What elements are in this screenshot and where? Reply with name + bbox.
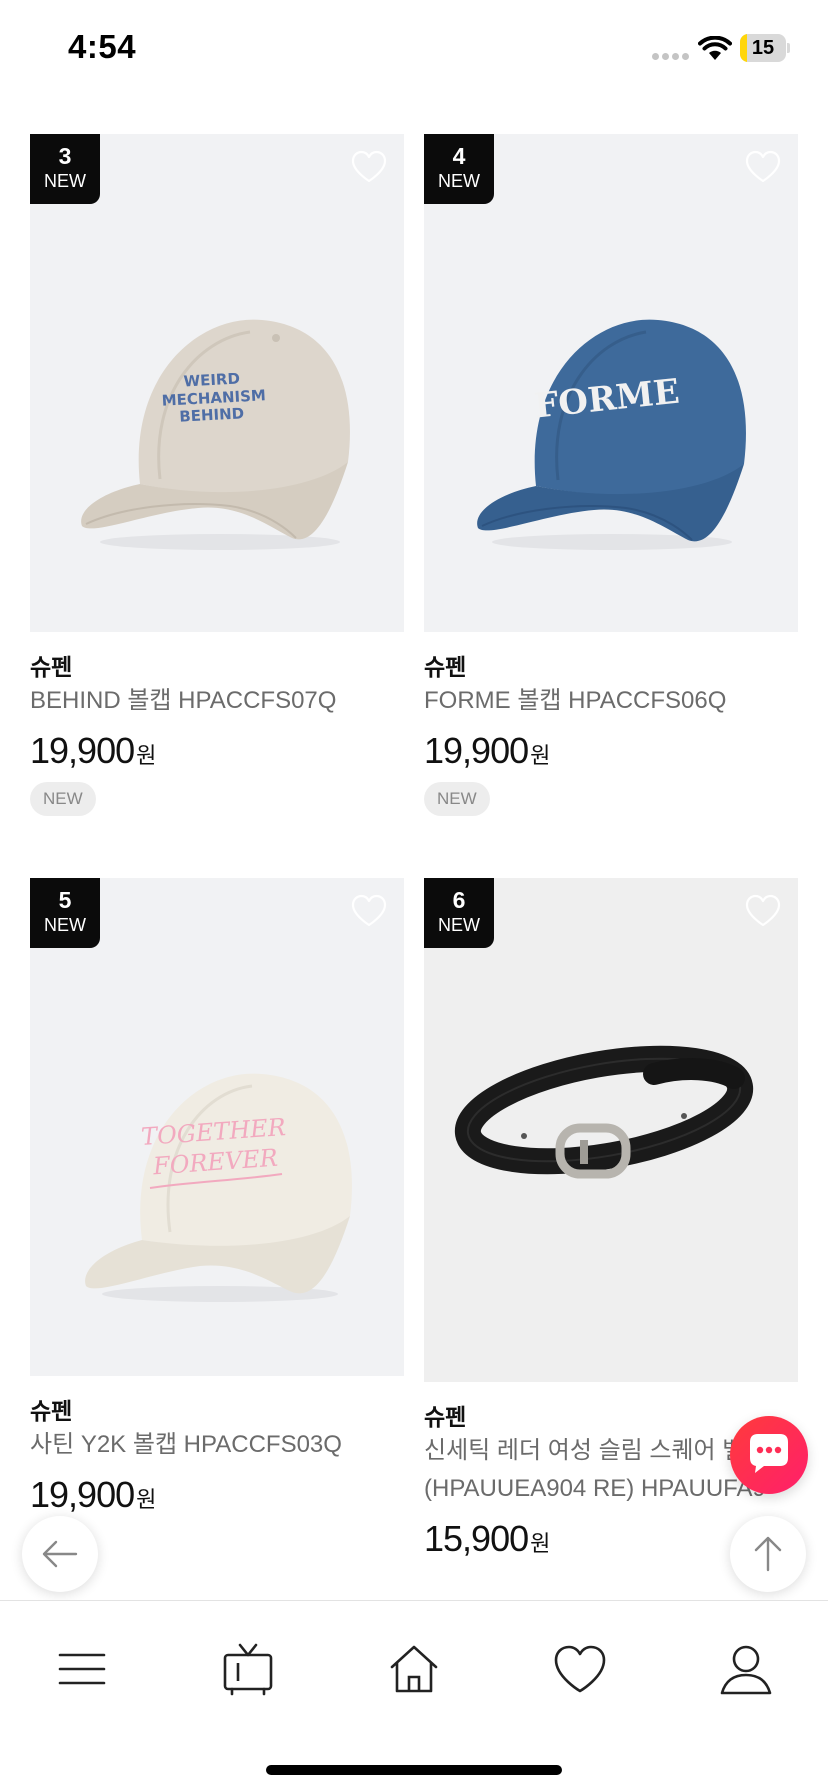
rank-number: 3 [58, 143, 72, 169]
tab-menu[interactable] [52, 1639, 112, 1699]
wifi-icon [698, 36, 732, 60]
price-value: 19,900 [424, 730, 529, 771]
beige-cap-image: WEIRD MECHANISM BEHIND [81, 319, 350, 550]
rank-badge: 3 NEW [30, 134, 100, 204]
price-value: 19,900 [30, 730, 135, 771]
price-currency: 원 [136, 743, 157, 768]
tab-my-page[interactable] [716, 1639, 776, 1699]
rank-badge: 6 NEW [424, 878, 494, 948]
product-card[interactable]: FORME 4 NEW 슈펜 FORME 볼캡 HPACCFS06Q 19,90… [424, 134, 798, 834]
heart-outline-icon[interactable] [350, 894, 388, 928]
price-currency: 원 [530, 1531, 551, 1556]
battery-icon: 15 [740, 34, 790, 62]
product-thumbnail[interactable]: WEIRD MECHANISM BEHIND 3 NEW [30, 134, 404, 632]
rank-number: 6 [452, 887, 466, 913]
product-thumbnail[interactable]: 6 NEW [424, 878, 798, 1382]
scroll-top-button[interactable] [730, 1516, 806, 1592]
price-value: 15,900 [424, 1518, 529, 1559]
product-price: 15,900원 [424, 1518, 550, 1560]
blue-cap-image: FORME [477, 319, 746, 550]
back-button[interactable] [22, 1516, 98, 1592]
product-name[interactable]: FORME 볼캡 HPACCFS06Q [424, 682, 798, 720]
price-value: 19,900 [30, 1474, 135, 1515]
rank-new-label: NEW [44, 915, 86, 935]
chat-button[interactable] [730, 1416, 808, 1494]
cap-print-line-3: BEHIND [179, 404, 245, 425]
rank-new-label: NEW [438, 171, 480, 191]
product-price: 19,900원 [424, 730, 550, 772]
price-currency: 원 [530, 743, 551, 768]
product-brand: 슈펜 [30, 1398, 73, 1424]
status-time: 4:54 [68, 28, 137, 65]
status-bar: 4:54 15 [0, 0, 828, 100]
product-thumbnail[interactable]: FORME 4 NEW [424, 134, 798, 632]
tv-icon [223, 1643, 273, 1696]
heart-outline-icon[interactable] [350, 150, 388, 184]
product-brand: 슈펜 [424, 654, 467, 680]
product-card[interactable]: TOGETHER FOREVER 5 NEW 슈펜 사틴 Y2K 볼캡 HPAC… [30, 878, 404, 1594]
rank-number: 5 [58, 887, 72, 913]
new-tag: NEW [424, 782, 490, 816]
tab-wishlist[interactable] [550, 1639, 610, 1699]
new-tag: NEW [30, 782, 96, 816]
product-thumbnail[interactable]: TOGETHER FOREVER 5 NEW [30, 878, 404, 1376]
heart-outline-icon[interactable] [744, 894, 782, 928]
product-price: 19,900원 [30, 1474, 156, 1516]
product-brand: 슈펜 [424, 1404, 467, 1430]
heart-outline-icon[interactable] [744, 150, 782, 184]
product-price: 19,900원 [30, 730, 156, 772]
product-name[interactable]: BEHIND 볼캡 HPACCFS07Q [30, 682, 410, 720]
rank-new-label: NEW [438, 915, 480, 935]
rank-badge: 4 NEW [424, 134, 494, 204]
product-grid: WEIRD MECHANISM BEHIND 3 NEW 슈펜 BEHIND 볼… [30, 134, 798, 1594]
heart-icon [554, 1645, 606, 1693]
chat-bubble-icon [750, 1434, 788, 1473]
satin-cap-image: TOGETHER FOREVER [85, 1073, 352, 1302]
person-icon [720, 1645, 772, 1695]
rank-number: 4 [452, 143, 466, 169]
battery-percent: 15 [751, 37, 775, 59]
arrow-left-icon [42, 1540, 78, 1568]
tab-live-tv[interactable] [218, 1639, 278, 1699]
arrow-up-icon [754, 1536, 782, 1572]
bottom-tab-bar [0, 1600, 828, 1792]
product-name[interactable]: 사틴 Y2K 볼캡 HPACCFS03Q [30, 1426, 410, 1464]
menu-icon [58, 1653, 106, 1685]
home-indicator [266, 1765, 562, 1775]
tab-home[interactable] [384, 1639, 444, 1699]
price-currency: 원 [136, 1487, 157, 1512]
rank-badge: 5 NEW [30, 878, 100, 948]
product-brand: 슈펜 [30, 654, 73, 680]
product-card[interactable]: WEIRD MECHANISM BEHIND 3 NEW 슈펜 BEHIND 볼… [30, 134, 404, 834]
home-icon [390, 1645, 438, 1693]
rank-new-label: NEW [44, 171, 86, 191]
cellular-signal-icon [652, 53, 692, 61]
black-belt-image [454, 1045, 754, 1179]
